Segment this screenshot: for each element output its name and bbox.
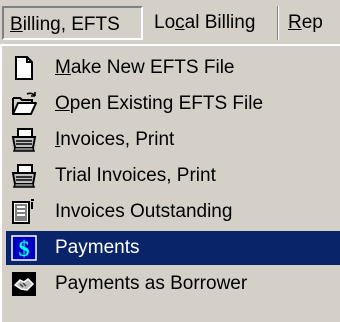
printer-icon [11, 164, 37, 188]
menu-local-billing-pre: Lo [154, 12, 176, 33]
menu-billing-efts-post: illing, EFTS [22, 14, 120, 35]
menu-item-make-new-efts-file[interactable]: Make New EFTS File [6, 51, 340, 85]
application-window: Billing, EFTS Local Billing Rep Make New… [0, 0, 340, 322]
menu-billing-efts-mnemonic: B [10, 14, 23, 35]
label-mnemonic: O [55, 93, 70, 114]
menu-item-payments[interactable]: $ Payments [6, 231, 340, 265]
menu-reports[interactable]: Rep [282, 6, 340, 40]
menu-reports-post: ep [301, 12, 323, 33]
menu-item-open-existing-efts-file[interactable]: Open Existing EFTS File [6, 87, 340, 121]
printer-icon [11, 128, 37, 152]
label-post: Trial Invoices, Print [55, 165, 216, 186]
menu-item-trial-invoices-print[interactable]: Trial Invoices, Print [6, 159, 340, 193]
menu-item-label: Payments as Borrower [55, 267, 247, 301]
menu-reports-mnemonic: R [288, 12, 302, 33]
menu-local-billing-post: al Billing [184, 12, 256, 33]
menu-bar: Billing, EFTS Local Billing Rep [0, 0, 340, 45]
menu-item-payments-as-borrower[interactable]: Payments as Borrower [6, 267, 340, 301]
menu-item-invoices-outstanding[interactable]: Invoices Outstanding [6, 195, 340, 229]
menu-billing-efts[interactable]: Billing, EFTS [2, 6, 143, 40]
label-post: ake New EFTS File [70, 57, 235, 78]
label-post: Payments as Borrower [55, 273, 248, 294]
menu-bar-separator [277, 6, 279, 40]
label-post: pen Existing EFTS File [69, 93, 264, 114]
open-folder-icon [12, 92, 37, 115]
label-post: nvoices, Print [60, 129, 175, 150]
dollar-icon: $ [11, 235, 37, 261]
menu-item-label: Make New EFTS File [55, 51, 234, 85]
handshake-icon [12, 272, 36, 296]
label-mnemonic: M [55, 57, 71, 78]
menu-local-billing-mnemonic: c [175, 12, 185, 33]
menu-item-label: Trial Invoices, Print [55, 159, 216, 193]
label-post: Invoices Outstanding [55, 201, 233, 222]
menu-local-billing[interactable]: Local Billing [148, 6, 276, 40]
label-post: Payments [55, 237, 140, 258]
svg-text:$: $ [19, 236, 30, 261]
menu-item-label: Payments [55, 231, 139, 265]
new-file-icon [15, 56, 33, 80]
menu-item-invoices-print[interactable]: Invoices, Print [6, 123, 340, 157]
document-list-icon [12, 199, 34, 224]
menu-item-label: Invoices, Print [55, 123, 174, 157]
menu-item-label: Open Existing EFTS File [55, 87, 263, 121]
billing-efts-dropdown: Make New EFTS File Open Existing EFTS Fi… [0, 45, 340, 322]
menu-item-label: Invoices Outstanding [55, 195, 232, 229]
